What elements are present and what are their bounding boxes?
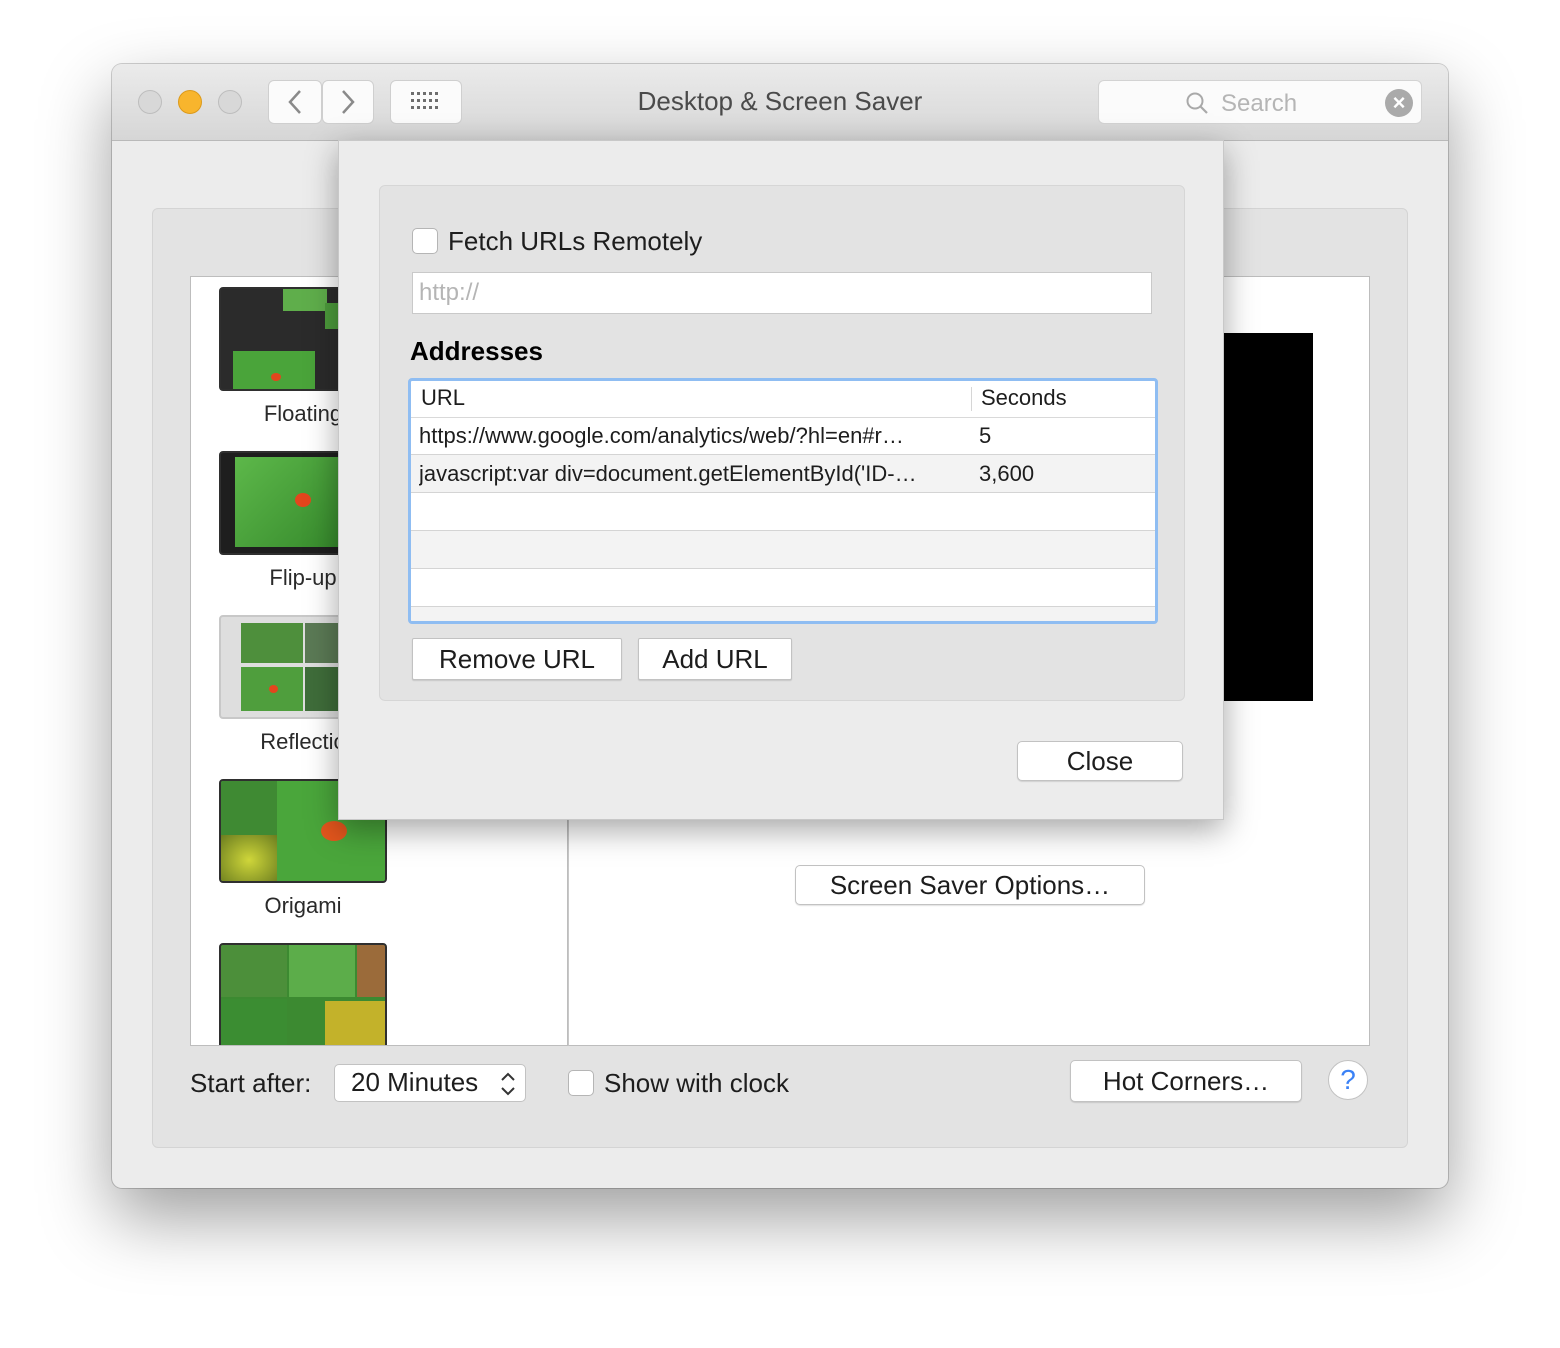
saver-label: Origami xyxy=(264,893,342,918)
url-options-group: Fetch URLs Remotely http:// Addresses UR… xyxy=(379,185,1185,701)
url-column-header[interactable]: URL xyxy=(421,385,465,411)
minimize-window-button[interactable] xyxy=(178,90,202,114)
forward-chevron-icon xyxy=(342,90,355,114)
help-icon[interactable]: ? xyxy=(1328,1060,1368,1100)
row-url: javascript:var div=document.getElementBy… xyxy=(419,461,917,486)
row-seconds: 3,600 xyxy=(979,461,1035,486)
grid-icon xyxy=(411,92,438,109)
stepper-arrows-icon xyxy=(501,1072,515,1096)
table-row-empty[interactable] xyxy=(411,531,1155,569)
remote-url-input[interactable]: http:// xyxy=(412,272,1152,314)
fetch-urls-label: Fetch URLs Remotely xyxy=(448,226,703,256)
table-row[interactable]: javascript:var div=document.getElementBy… xyxy=(411,455,1155,493)
search-field[interactable]: Search × xyxy=(1098,80,1422,124)
show-clock-label: Show with clock xyxy=(604,1068,789,1098)
table-row-empty[interactable] xyxy=(411,607,1155,621)
zoom-window-button[interactable] xyxy=(218,90,242,114)
table-row-empty[interactable] xyxy=(411,493,1155,531)
remove-url-button[interactable]: Remove URL xyxy=(412,638,622,680)
forward-button[interactable] xyxy=(322,80,374,124)
window-title: Desktop & Screen Saver xyxy=(637,86,923,116)
back-button[interactable] xyxy=(268,80,322,124)
search-placeholder: Search xyxy=(1221,90,1298,117)
saver-thumbnail xyxy=(219,943,387,1045)
back-chevron-icon xyxy=(288,90,301,114)
start-after-value: 20 Minutes xyxy=(351,1067,479,1097)
fetch-urls-checkbox[interactable] xyxy=(412,228,438,254)
row-seconds: 5 xyxy=(979,423,992,448)
table-header: URL Seconds xyxy=(411,381,1155,418)
addresses-title: Addresses xyxy=(410,336,543,366)
seconds-column-header[interactable]: Seconds xyxy=(981,385,1067,411)
clear-icon[interactable]: × xyxy=(1385,89,1413,117)
show-all-button[interactable] xyxy=(390,80,462,124)
title-bar: Desktop & Screen Saver Search × xyxy=(112,64,1448,141)
table-row-empty[interactable] xyxy=(411,569,1155,607)
close-button[interactable]: Close xyxy=(1017,741,1183,781)
row-url: https://www.google.com/analytics/web/?hl… xyxy=(419,423,904,448)
saver-item-mosaic[interactable] xyxy=(191,933,415,1045)
url-options-sheet: Fetch URLs Remotely http:// Addresses UR… xyxy=(338,140,1224,820)
close-window-button[interactable] xyxy=(138,90,162,114)
addresses-table[interactable]: URL Seconds https://www.google.com/analy… xyxy=(408,378,1158,624)
start-after-label: Start after: xyxy=(190,1068,312,1098)
preview-screen xyxy=(1223,333,1313,701)
hot-corners-button[interactable]: Hot Corners… xyxy=(1070,1060,1302,1102)
screen-saver-options-button[interactable]: Screen Saver Options… xyxy=(795,865,1145,905)
table-row[interactable]: https://www.google.com/analytics/web/?hl… xyxy=(411,417,1155,455)
start-after-popup[interactable]: 20 Minutes xyxy=(334,1064,526,1102)
show-clock-checkbox[interactable] xyxy=(568,1070,594,1096)
search-icon xyxy=(1186,92,1208,114)
add-url-button[interactable]: Add URL xyxy=(638,638,792,680)
